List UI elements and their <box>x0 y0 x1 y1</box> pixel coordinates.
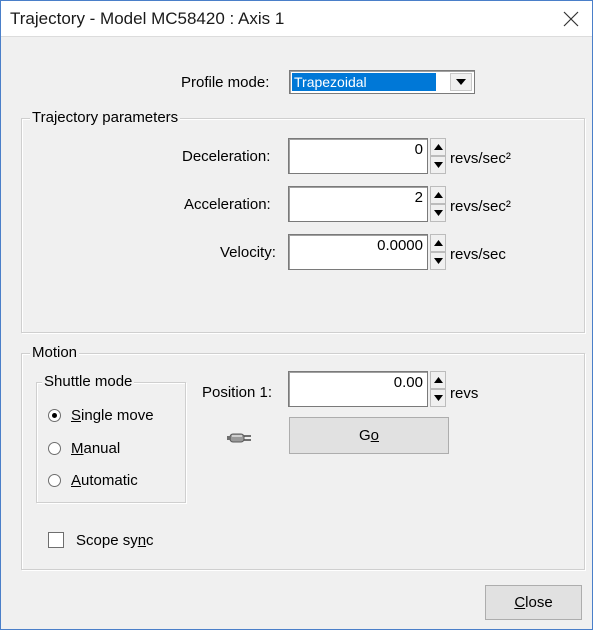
trajectory-dialog: Trajectory - Model MC58420 : Axis 1 Prof… <box>0 0 593 630</box>
profile-mode-label: Profile mode: <box>181 74 270 91</box>
position-spinner[interactable] <box>430 371 446 407</box>
spin-down-icon[interactable] <box>430 389 446 407</box>
spin-down-icon[interactable] <box>430 252 446 270</box>
acceleration-unit: revs/sec² <box>450 198 511 215</box>
acceleration-label: Acceleration: <box>184 196 271 213</box>
go-button[interactable]: Go <box>289 417 449 454</box>
scope-sync-label: Scope sync <box>76 532 154 549</box>
chevron-down-icon[interactable] <box>450 73 472 91</box>
radio-button[interactable] <box>48 441 61 455</box>
velocity-label: Velocity: <box>220 244 276 261</box>
radio-automatic[interactable]: Automatic <box>48 470 138 490</box>
radio-label: Single move <box>71 406 154 424</box>
radio-label: Manual <box>71 439 121 457</box>
velocity-unit: revs/sec <box>450 246 506 263</box>
radio-label: Automatic <box>71 471 138 489</box>
scope-sync-checkbox[interactable] <box>48 532 64 548</box>
deceleration-label: Deceleration: <box>182 148 271 165</box>
spin-down-icon[interactable] <box>430 156 446 174</box>
spin-down-icon[interactable] <box>430 204 446 222</box>
plug-icon <box>227 431 255 445</box>
spin-up-icon[interactable] <box>430 371 446 389</box>
shuttle-mode-title: Shuttle mode <box>42 373 135 391</box>
radio-button[interactable] <box>48 408 61 422</box>
motion-title: Motion <box>30 344 80 362</box>
deceleration-unit: revs/sec² <box>450 150 511 167</box>
acceleration-spinner[interactable] <box>430 186 446 222</box>
title-bar: Trajectory - Model MC58420 : Axis 1 <box>1 1 592 37</box>
spin-up-icon[interactable] <box>430 234 446 252</box>
position-label: Position 1: <box>202 384 273 401</box>
deceleration-spinner[interactable] <box>430 138 446 174</box>
position-unit: revs <box>450 385 479 402</box>
radio-button[interactable] <box>48 473 61 487</box>
spin-up-icon[interactable] <box>430 138 446 156</box>
position-field[interactable]: 0.00 <box>288 371 428 407</box>
acceleration-field[interactable]: 2 <box>288 186 428 222</box>
velocity-field[interactable]: 0.0000 <box>288 234 428 270</box>
velocity-spinner[interactable] <box>430 234 446 270</box>
radio-single-move[interactable]: Single move <box>48 405 154 425</box>
window-title: Trajectory - Model MC58420 : Axis 1 <box>10 9 285 28</box>
spin-up-icon[interactable] <box>430 186 446 204</box>
close-button[interactable]: Close <box>485 585 582 620</box>
profile-mode-value: Trapezoidal <box>292 73 436 91</box>
radio-manual[interactable]: Manual <box>48 438 120 458</box>
close-icon[interactable] <box>556 5 586 33</box>
deceleration-field[interactable]: 0 <box>288 138 428 174</box>
profile-mode-select[interactable]: Trapezoidal <box>289 70 475 94</box>
trajectory-parameters-title: Trajectory parameters <box>30 109 181 127</box>
